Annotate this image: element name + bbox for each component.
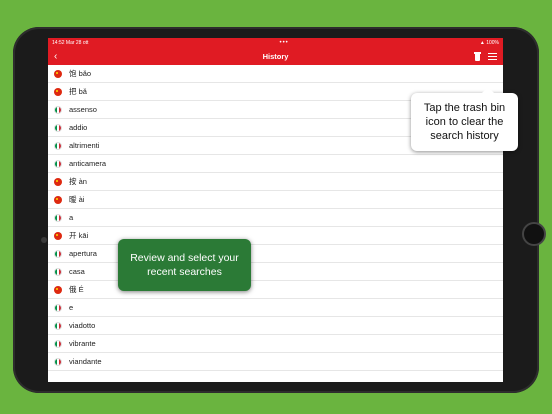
- china-flag-icon: [54, 69, 62, 78]
- multitask-dots: •••: [279, 40, 289, 46]
- china-flag-icon: [54, 195, 62, 204]
- italy-flag-icon: [54, 213, 62, 222]
- history-row[interactable]: a: [48, 209, 503, 227]
- status-bar: 14:52 Mar 28 ott ••• ▲ 100%: [48, 38, 503, 48]
- history-row[interactable]: 俄 É: [48, 281, 503, 299]
- home-button[interactable]: [522, 222, 546, 246]
- history-entry-text: 按 àn: [69, 177, 87, 186]
- chevron-left-icon[interactable]: ‹: [54, 51, 57, 62]
- history-row[interactable]: viandante: [48, 353, 503, 371]
- battery-indicator: ▲ 100%: [479, 40, 499, 46]
- app-screen: 14:52 Mar 28 ott ••• ▲ 100% ‹ History 饱 …: [48, 38, 503, 382]
- trash-hint-text: Tap the trash bin icon to clear the sear…: [423, 102, 506, 142]
- china-flag-icon: [54, 231, 62, 240]
- italy-flag-icon: [54, 249, 62, 258]
- history-row[interactable]: e: [48, 299, 503, 317]
- history-entry-text: altrimenti: [69, 141, 100, 150]
- history-entry-text: anticamera: [69, 159, 107, 168]
- history-row[interactable]: apertura: [48, 245, 503, 263]
- history-entry-text: casa: [69, 267, 85, 276]
- review-hint-text: Review and select your recent searches: [130, 252, 239, 278]
- menu-icon[interactable]: [488, 53, 497, 60]
- history-row[interactable]: 按 àn: [48, 173, 503, 191]
- history-entry-text: 暧 ài: [69, 195, 85, 204]
- italy-flag-icon: [54, 303, 62, 312]
- italy-flag-icon: [54, 267, 62, 276]
- history-entry-text: viadotto: [69, 321, 96, 330]
- history-entry-text: a: [69, 213, 74, 222]
- history-entry-text: e: [69, 303, 74, 312]
- italy-flag-icon: [54, 357, 62, 366]
- italy-flag-icon: [54, 159, 62, 168]
- history-row[interactable]: casa: [48, 263, 503, 281]
- china-flag-icon: [54, 285, 62, 294]
- history-row[interactable]: 暧 ài: [48, 191, 503, 209]
- china-flag-icon: [54, 87, 62, 96]
- history-row[interactable]: viadotto: [48, 317, 503, 335]
- italy-flag-icon: [54, 105, 62, 114]
- trash-hint-callout: Tap the trash bin icon to clear the sear…: [411, 87, 518, 151]
- italy-flag-icon: [54, 141, 62, 150]
- trash-icon[interactable]: [474, 52, 481, 61]
- history-entry-text: 把 bǎ: [69, 87, 87, 96]
- history-row[interactable]: 饱 bǎo: [48, 65, 503, 83]
- history-entry-text: addio: [69, 123, 88, 132]
- page-title: History: [262, 52, 289, 61]
- status-time-date: 14:52 Mar 28 ott: [52, 40, 89, 46]
- history-entry-text: 开 kāi: [69, 231, 89, 240]
- history-entry-text: vibrante: [69, 339, 96, 348]
- history-row[interactable]: anticamera: [48, 155, 503, 173]
- nav-bar: ‹ History: [48, 48, 503, 65]
- history-row[interactable]: vibrante: [48, 335, 503, 353]
- history-entry-text: 饱 bǎo: [69, 69, 92, 78]
- review-hint-callout: Review and select your recent searches: [118, 239, 251, 291]
- history-row[interactable]: 开 kāi: [48, 227, 503, 245]
- history-entry-text: 俄 É: [69, 285, 84, 294]
- camera: [41, 237, 47, 243]
- history-entry-text: viandante: [69, 357, 102, 366]
- china-flag-icon: [54, 177, 62, 186]
- italy-flag-icon: [54, 123, 62, 132]
- italy-flag-icon: [54, 339, 62, 348]
- history-entry-text: assenso: [69, 105, 97, 114]
- italy-flag-icon: [54, 321, 62, 330]
- history-entry-text: apertura: [69, 249, 97, 258]
